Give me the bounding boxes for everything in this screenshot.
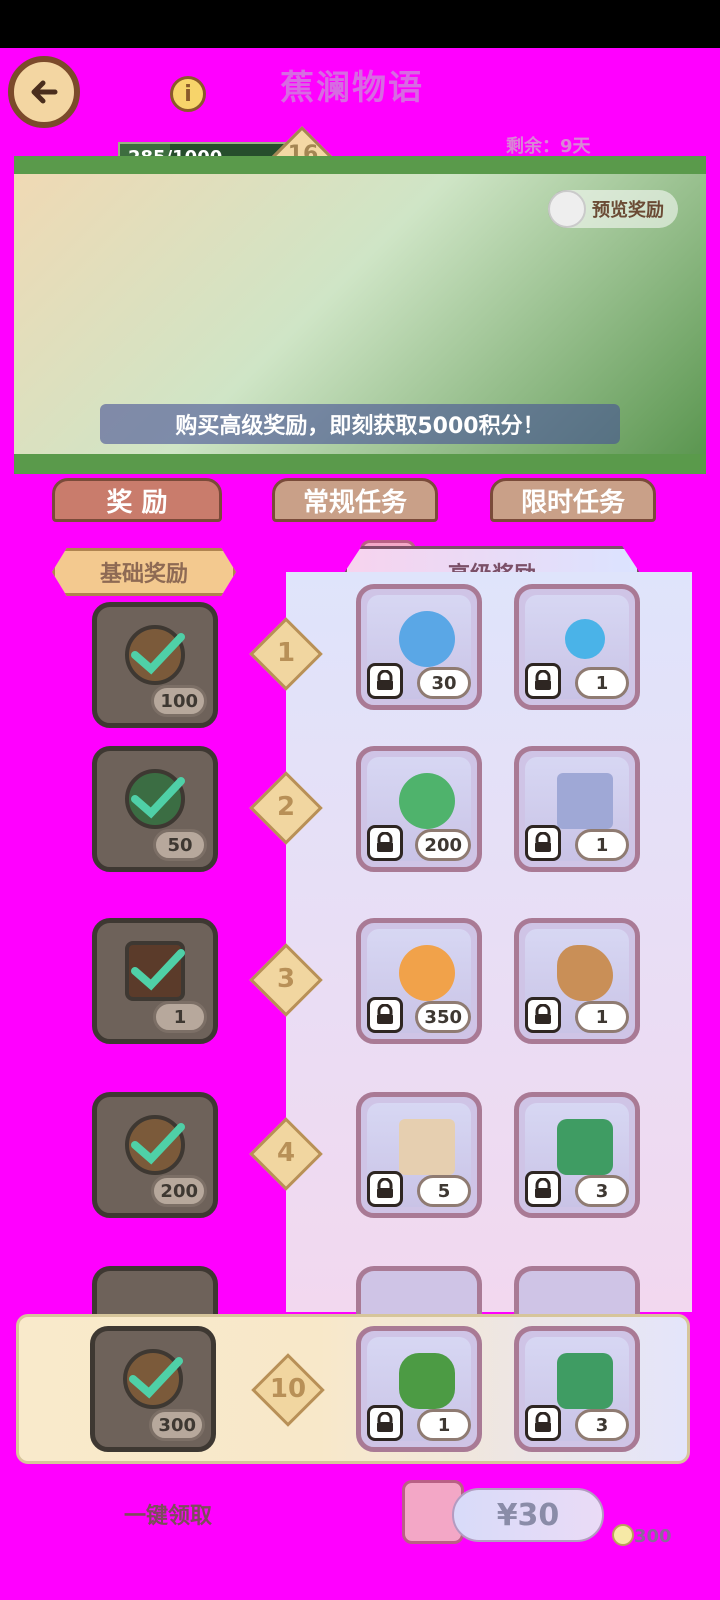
scroll-icon	[399, 1119, 455, 1175]
lock-icon	[367, 997, 403, 1033]
premium-reward-card[interactable]	[514, 1266, 640, 1314]
back-button[interactable]	[8, 56, 80, 128]
milestone-row: 300 10 1 3	[0, 1326, 720, 1456]
lock-icon	[525, 1171, 561, 1207]
premium-reward-card[interactable]: 1	[356, 1326, 482, 1452]
basic-reward-card[interactable]: 200	[92, 1092, 218, 1218]
row-level: 1	[276, 638, 296, 668]
check-icon	[129, 1357, 183, 1399]
lock-icon	[525, 825, 561, 861]
lock-icon	[367, 825, 403, 861]
basic-reward-card[interactable]: 300	[90, 1326, 216, 1452]
reward-count: 350	[415, 1001, 471, 1033]
preview-rewards-button[interactable]: 预览奖励	[548, 190, 678, 228]
reward-row: 50 2 200 1	[0, 746, 720, 876]
reward-count: 200	[415, 829, 471, 861]
lock-icon	[525, 1405, 561, 1441]
swirl-gem-icon	[399, 611, 455, 667]
buy-premium-button[interactable]: ¥30	[452, 1488, 604, 1542]
reward-count: 1	[153, 1001, 207, 1033]
basic-rewards-label: 基础奖励	[52, 548, 236, 596]
premium-reward-card[interactable]: 200	[356, 746, 482, 872]
reward-count: 3	[575, 1175, 629, 1207]
row-level: 10	[269, 1374, 307, 1404]
reward-row: 200 4 5 3	[0, 1092, 720, 1222]
lock-icon	[367, 1171, 403, 1207]
basic-reward-card[interactable]: 100	[92, 602, 218, 728]
status-bar	[0, 0, 720, 48]
premium-reward-card[interactable]: 350	[356, 918, 482, 1044]
info-icon: i	[184, 81, 192, 107]
reward-count: 3	[575, 1409, 629, 1441]
spray-bottle-icon	[557, 1119, 613, 1175]
blueprint-scroll-icon	[557, 773, 613, 829]
check-icon	[131, 633, 185, 675]
leaf-coin-icon	[399, 773, 455, 829]
premium-reward-card[interactable]: 3	[514, 1326, 640, 1452]
remaining-days: 剩余：9天	[506, 136, 591, 157]
row-level: 4	[276, 1138, 296, 1168]
reward-count: 200	[151, 1175, 207, 1207]
reward-count: 50	[153, 829, 207, 861]
basic-reward-card[interactable]: 50	[92, 746, 218, 872]
check-icon	[131, 1123, 185, 1165]
info-button[interactable]: i	[170, 76, 206, 112]
check-icon	[131, 949, 185, 991]
reward-count: 100	[151, 685, 207, 717]
basic-reward-card[interactable]: 1	[92, 918, 218, 1044]
reward-count: 300	[149, 1409, 205, 1441]
basic-reward-card[interactable]	[92, 1266, 218, 1314]
tab-limited-tasks[interactable]: 限时任务	[490, 478, 656, 522]
premium-reward-card[interactable]: 3	[514, 1092, 640, 1218]
lock-icon	[367, 1405, 403, 1441]
check-icon	[131, 777, 185, 819]
premium-reward-card[interactable]: 1	[514, 746, 640, 872]
reward-row: 1 3 350 1	[0, 918, 720, 1048]
reward-count: 5	[417, 1175, 471, 1207]
claim-all-button[interactable]: 一键领取	[124, 1498, 212, 1530]
lightbulb-icon	[612, 1524, 634, 1546]
reward-count: 1	[575, 829, 629, 861]
lock-icon	[367, 663, 403, 699]
back-arrow-icon	[31, 80, 58, 104]
gold-coin-icon	[399, 945, 455, 1001]
reward-count: 1	[417, 1409, 471, 1441]
reward-count: 1	[575, 667, 629, 699]
premium-reward-card[interactable]: 1	[514, 918, 640, 1044]
reward-count: 1	[575, 1001, 629, 1033]
lock-icon	[525, 663, 561, 699]
premium-reward-card[interactable]: 5	[356, 1092, 482, 1218]
row-level: 2	[276, 792, 296, 822]
premium-reward-card[interactable]: 1	[514, 584, 640, 710]
reward-row: 100 1 30 1	[0, 584, 720, 728]
buy-premium-message: 购买高级奖励，即刻获取5000积分！	[100, 404, 620, 444]
butterfly-icon	[565, 619, 605, 659]
reward-count: 30	[417, 667, 471, 699]
tab-regular-tasks[interactable]: 常规任务	[272, 478, 438, 522]
row-level: 3	[276, 964, 296, 994]
premium-reward-card[interactable]	[356, 1266, 482, 1314]
lock-icon	[525, 997, 561, 1033]
plant-icon	[399, 1353, 455, 1409]
page-title: 蕉澜物语	[280, 68, 424, 108]
points-count: 300	[634, 1526, 672, 1547]
premium-reward-card[interactable]: 30	[356, 584, 482, 710]
tab-rewards[interactable]: 奖 励	[52, 478, 222, 522]
spray-bottle-icon	[557, 1353, 613, 1409]
